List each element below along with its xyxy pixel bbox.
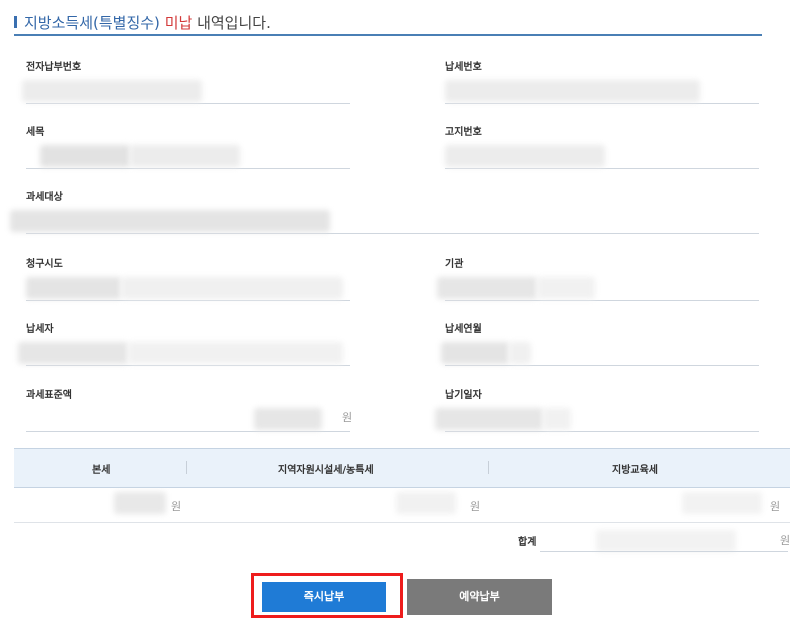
title-suffix: 내역입니다. [192, 14, 271, 32]
table-header-resource-tax: 지역자원시설세/농특세 [278, 465, 374, 476]
field-label: 고지번호 [445, 127, 482, 138]
total-label: 합계 [518, 537, 537, 548]
pay-now-button[interactable]: 즉시납부 [262, 582, 386, 612]
institution-value [437, 275, 759, 301]
table-header-base-tax: 본세 [92, 465, 111, 476]
field-label: 납세자 [26, 324, 54, 335]
field-label: 전자납부번호 [26, 62, 82, 73]
tax-table-row: 원 원 원 [14, 486, 790, 523]
due-date-value [435, 406, 759, 432]
education-tax-won: 원 [770, 500, 781, 513]
section-title: 지방소득세(특별징수) 미납 내역입니다. [14, 10, 762, 36]
field-label: 과세표준액 [26, 390, 72, 401]
title-tax-name: 지방소득세(특별징수) [24, 14, 165, 32]
tax-table-header: 본세 지역자원시설세/농특세 지방교육세 [14, 448, 790, 488]
field-label: 세목 [26, 127, 45, 138]
field-label: 납세번호 [445, 62, 482, 73]
field-label: 기관 [445, 259, 464, 270]
won-unit: 원 [342, 411, 353, 424]
title-marker [14, 16, 17, 28]
tax-base-amount-value: 원 [26, 406, 353, 432]
field-label: 과세대상 [26, 192, 63, 203]
total-value-underline [540, 551, 788, 552]
field-label: 납세연월 [445, 324, 482, 335]
total-won-unit: 원 [780, 534, 791, 547]
tax-target-value [10, 208, 759, 234]
field-label: 청구시도 [26, 259, 63, 270]
header-divider [488, 461, 489, 474]
header-divider [186, 461, 187, 474]
reserve-pay-button[interactable]: 예약납부 [407, 579, 552, 615]
e-payment-no-value [22, 78, 350, 104]
billing-city-value [26, 275, 350, 301]
resource-tax-won: 원 [470, 500, 481, 513]
field-label: 납기일자 [445, 390, 482, 401]
tax-year-month-value [441, 340, 759, 366]
table-header-education-tax: 지방교육세 [612, 465, 658, 476]
page-title: 지방소득세(특별징수) 미납 내역입니다. [24, 12, 271, 33]
taxpayer-value [18, 340, 350, 366]
title-status: 미납 [164, 14, 193, 32]
tax-no-value [445, 78, 759, 104]
base-tax-won: 원 [171, 500, 182, 513]
tax-item-value [26, 143, 350, 169]
notice-no-value [445, 143, 759, 169]
